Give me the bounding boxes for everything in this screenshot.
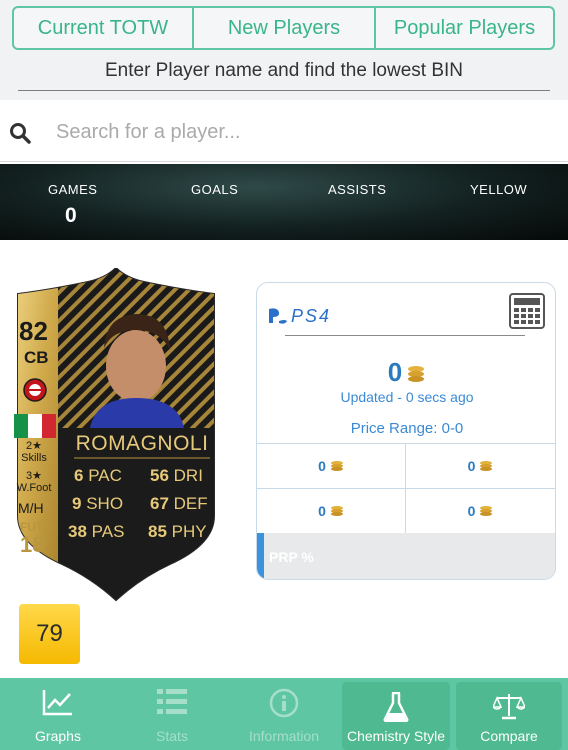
prp-indicator (257, 533, 264, 579)
tab-popular-players[interactable]: Popular Players (376, 8, 553, 48)
player-card[interactable]: 82 CB 2★ Skills 3★ W.Foot M/H FUT 18 ROM… (10, 268, 222, 602)
coins-icon (330, 506, 343, 516)
top-area: Current TOTW New Players Popular Players… (0, 0, 568, 100)
price-cell: 0 (257, 489, 406, 534)
nav-label-stats: Stats (156, 728, 188, 744)
nav-label-information: Information (248, 728, 320, 744)
search-input[interactable] (44, 112, 554, 152)
divider (18, 90, 550, 91)
nav-label-graphs: Graphs (35, 728, 81, 744)
player-position: CB (24, 348, 49, 367)
ps4-logo-icon: PS4 (269, 306, 331, 326)
nav-label-chemistry-style: Chemistry Style (346, 728, 446, 744)
price-grid: 0 0 0 0 (257, 443, 555, 534)
skill-moves-value: 2★ (26, 440, 42, 452)
player-name: ROMAGNOLI (75, 432, 209, 455)
tab-new-players[interactable]: New Players (194, 8, 376, 48)
stat-label-games: GAMES (48, 182, 98, 197)
lowest-price: 0 (257, 357, 555, 388)
rating-badge: 79 (19, 604, 80, 664)
tab-current-totw[interactable]: Current TOTW (14, 8, 194, 48)
attr-pas: 38 PAS (68, 522, 125, 541)
coins-icon (480, 461, 493, 471)
price-panel: PS4 0 Updated - 0 secs ago Price Range: … (256, 282, 556, 580)
nav-stats[interactable]: Stats (116, 678, 228, 750)
search-instructions: Enter Player name and find the lowest BI… (104, 60, 464, 81)
stats-banner: GAMES GOALS ASSISTS YELLOW 0 (0, 164, 568, 240)
stat-label-assists: ASSISTS (328, 182, 387, 197)
price-cell: 0 (257, 444, 406, 489)
coins-icon (330, 461, 343, 471)
prp-label: PRP % (269, 549, 314, 565)
price-value: 0 (387, 357, 403, 387)
attr-phy: 85 PHY (148, 522, 207, 541)
price-cell: 0 (406, 489, 555, 534)
tab-bar: Current TOTW New Players Popular Players (12, 6, 555, 50)
skill-moves-label: Skills (21, 452, 47, 464)
weak-foot-label: W.Foot (16, 482, 52, 494)
flask-icon (383, 692, 409, 722)
coins-icon (408, 366, 425, 383)
bottom-nav: Graphs Stats Information Chemistry Style (0, 678, 568, 750)
platform-label: PS4 (291, 306, 331, 326)
price-cell: 0 (406, 444, 555, 489)
nav-information[interactable]: Information (228, 678, 340, 750)
prp-bar: PRP % (257, 533, 555, 579)
weak-foot-value: 3★ (26, 470, 42, 482)
nav-compare[interactable]: Compare (456, 682, 562, 750)
work-rate: M/H (18, 500, 44, 516)
nation-flag-icon (14, 414, 56, 438)
stat-label-yellow: YELLOW (470, 182, 528, 197)
player-rating: 82 (19, 316, 48, 346)
scales-icon (493, 694, 525, 720)
price-range: Price Range: 0-0 (350, 420, 464, 437)
updated-time: Updated - 0 secs ago (340, 389, 474, 405)
calculator-icon[interactable] (509, 293, 545, 329)
skill-moves: 2★ Skills (16, 440, 52, 464)
nav-label-compare: Compare (480, 728, 538, 744)
attr-dri: 56 DRI (150, 466, 203, 485)
search-icon[interactable] (8, 121, 32, 145)
graph-icon (42, 690, 72, 716)
divider (285, 335, 525, 336)
nav-graphs[interactable]: Graphs (0, 678, 116, 750)
search-bar (0, 102, 568, 162)
stat-value-games: 0 (65, 204, 77, 227)
info-icon (269, 688, 299, 718)
attr-def: 67 DEF (150, 494, 208, 513)
platform-logo: PS4 (267, 305, 357, 332)
coins-icon (480, 506, 493, 516)
nav-chemistry-style[interactable]: Chemistry Style (342, 682, 450, 750)
list-icon (157, 689, 187, 714)
fut-year: 18 (20, 532, 45, 557)
attr-sho: 9 SHO (72, 494, 124, 513)
club-badge-icon (23, 378, 47, 402)
attr-pac: 6 PAC (74, 466, 122, 485)
weak-foot: 3★ W.Foot (14, 470, 54, 494)
stat-label-goals: GOALS (191, 182, 239, 197)
